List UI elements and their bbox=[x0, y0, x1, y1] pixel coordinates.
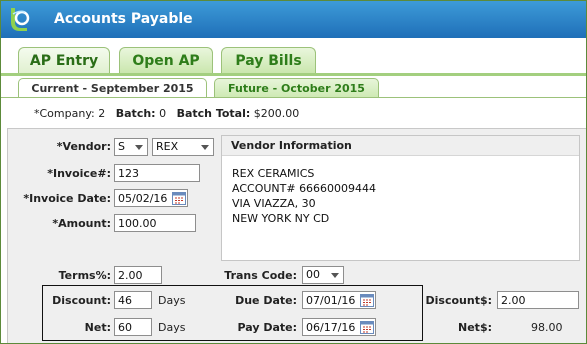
terms-input[interactable]: 2.00 bbox=[114, 266, 162, 284]
trans-code-value: 00 bbox=[306, 268, 320, 281]
vendor-label: *Vendor: bbox=[56, 140, 111, 153]
batch-total-value: $200.00 bbox=[253, 107, 300, 120]
app-title: Accounts Payable bbox=[54, 11, 193, 27]
vendor-code-value: REX bbox=[156, 140, 179, 153]
discount-days-input[interactable]: 46 bbox=[114, 291, 152, 309]
chevron-down-icon bbox=[331, 273, 339, 278]
net-days-label: Net: bbox=[84, 321, 111, 334]
pay-date-input[interactable]: 06/17/16 bbox=[302, 318, 376, 336]
company-value: 2 bbox=[98, 107, 106, 120]
vendor-type-value: S bbox=[118, 140, 125, 153]
due-date-value: 07/01/16 bbox=[306, 294, 356, 307]
pay-date-label: Pay Date: bbox=[237, 321, 297, 334]
batch-value: 0 bbox=[159, 107, 167, 120]
batch-total-label: Batch Total: bbox=[176, 107, 251, 120]
calendar-icon[interactable] bbox=[360, 293, 374, 307]
terms-label: Terms%: bbox=[58, 269, 111, 282]
trans-code-select[interactable]: 00 bbox=[302, 266, 344, 284]
due-date-input[interactable]: 07/01/16 bbox=[302, 291, 376, 309]
company-label: *Company: bbox=[34, 107, 95, 120]
vendor-code-select[interactable]: REX bbox=[152, 138, 214, 156]
vendor-info-line: ACCOUNT# 66660009444 bbox=[232, 182, 377, 195]
net-days-unit: Days bbox=[158, 321, 186, 334]
vendor-type-select[interactable]: S bbox=[114, 138, 148, 156]
invoice-date-input[interactable]: 05/02/16 bbox=[114, 189, 188, 207]
discount-days-label: Discount: bbox=[52, 294, 111, 307]
tab-current-period[interactable]: Current - September 2015 bbox=[18, 78, 207, 98]
calendar-icon[interactable] bbox=[172, 191, 186, 205]
vendor-info-line: VIA VIAZZA, 30 bbox=[232, 197, 316, 210]
invoice-number-label: *Invoice#: bbox=[47, 167, 111, 180]
chevron-down-icon bbox=[201, 145, 209, 150]
tab-ap-entry[interactable]: AP Entry bbox=[18, 47, 110, 74]
discount-days-unit: Days bbox=[158, 294, 186, 307]
vendor-info-line: REX CERAMICS bbox=[232, 167, 315, 180]
batch-summary: *Company: 2 Batch: 0 Batch Total: $200.0… bbox=[34, 107, 299, 120]
net-amount-value: 98.00 bbox=[531, 321, 563, 334]
batch-label: Batch: bbox=[115, 107, 156, 120]
invoice-date-value: 05/02/16 bbox=[118, 192, 168, 205]
net-days-input[interactable]: 60 bbox=[114, 318, 152, 336]
title-bar: Accounts Payable bbox=[1, 1, 586, 39]
trans-code-label: Trans Code: bbox=[224, 269, 297, 282]
tab-future-period[interactable]: Future - October 2015 bbox=[214, 78, 379, 98]
period-divider bbox=[1, 97, 586, 98]
discount-amount-input[interactable]: 2.00 bbox=[497, 291, 579, 309]
app-logo-icon bbox=[11, 8, 30, 31]
amount-label: *Amount: bbox=[52, 217, 111, 230]
discount-amount-label: Discount$: bbox=[425, 294, 493, 307]
tab-pay-bills[interactable]: Pay Bills bbox=[221, 47, 316, 74]
due-date-label: Due Date: bbox=[235, 294, 297, 307]
amount-input[interactable]: 100.00 bbox=[114, 214, 196, 232]
vendor-info-panel: Vendor Information REX CERAMICS ACCOUNT#… bbox=[221, 135, 580, 261]
vendor-info-header: Vendor Information bbox=[222, 136, 579, 156]
invoice-number-input[interactable]: 123 bbox=[114, 164, 200, 182]
vendor-info-line: NEW YORK NY CD bbox=[232, 212, 330, 225]
invoice-date-label: *Invoice Date: bbox=[23, 192, 111, 205]
main-tabs: AP Entry Open AP Pay Bills bbox=[1, 38, 586, 75]
pay-date-value: 06/17/16 bbox=[306, 321, 356, 334]
chevron-down-icon bbox=[135, 145, 143, 150]
app-window: Accounts Payable AP Entry Open AP Pay Bi… bbox=[0, 0, 587, 344]
calendar-icon[interactable] bbox=[360, 320, 374, 334]
period-tabs: Current - September 2015 Future - Octobe… bbox=[1, 76, 586, 98]
tab-open-ap[interactable]: Open AP bbox=[119, 47, 213, 74]
net-amount-label: Net$: bbox=[458, 321, 492, 334]
